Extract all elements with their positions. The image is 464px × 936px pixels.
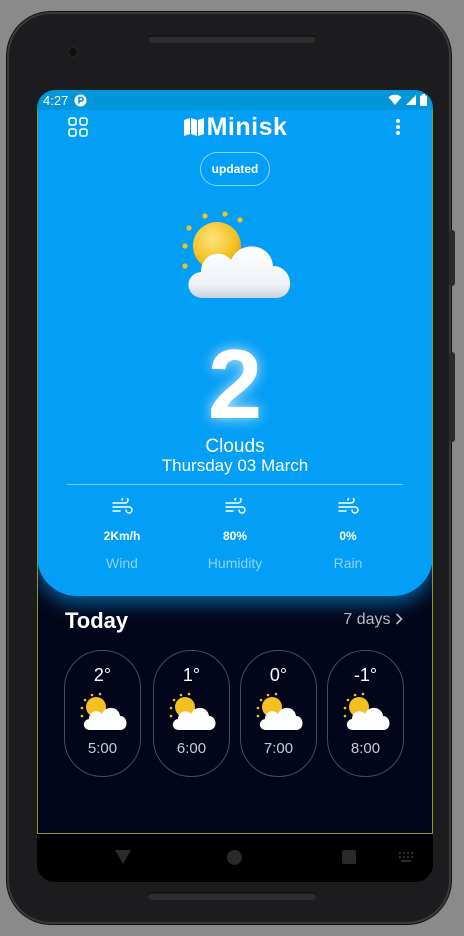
app-title: Minisk xyxy=(37,113,433,142)
bottom-speaker xyxy=(147,892,317,900)
status-time: 4:27 xyxy=(43,92,69,108)
power-button xyxy=(449,352,455,442)
hour-card[interactable]: 2° 5:00 xyxy=(64,650,141,777)
sun-cloud-icon xyxy=(343,692,390,730)
wind-icon xyxy=(225,496,246,514)
stat-wind: 2Km/h Wind xyxy=(67,496,177,571)
wifi-icon xyxy=(388,94,402,105)
p-badge-icon xyxy=(74,94,87,106)
earpiece-speaker xyxy=(147,35,317,43)
wind-icon xyxy=(338,496,359,514)
sun-cloud-icon xyxy=(80,692,127,730)
current-date: Thursday 03 March xyxy=(161,456,309,475)
front-camera xyxy=(67,46,79,58)
phone-frame: 4:27 Minisk updated 2 Clouds Thursday 03… xyxy=(7,12,455,924)
stats-row: 2Km/h Wind 80% Humidity 0% Rain xyxy=(37,496,433,588)
signal-icon xyxy=(406,95,416,105)
hour-card[interactable]: 0° 7:00 xyxy=(240,650,317,777)
status-bar: 4:27 xyxy=(37,90,433,110)
navigation-bar xyxy=(37,834,433,882)
hour-card[interactable]: 1° 6:00 xyxy=(153,650,230,777)
recents-icon[interactable] xyxy=(342,850,356,864)
updated-button[interactable]: updated xyxy=(200,152,270,186)
home-icon[interactable] xyxy=(227,850,242,865)
sun-cloud-icon xyxy=(169,692,216,730)
today-title: Today xyxy=(65,608,129,633)
current-weather-panel: Minisk updated 2 Clouds Thursday 03 Marc… xyxy=(37,110,433,596)
stat-rain: 0% Rain xyxy=(293,496,403,571)
hour-temp: -1° xyxy=(353,665,378,685)
divider xyxy=(67,484,403,485)
seven-days-link[interactable]: 7 days xyxy=(343,611,403,629)
keyboard-icon[interactable] xyxy=(399,852,415,862)
hourly-forecast: 2° 5:00 1° 6:00 0° 7:00 -1° 8:00 xyxy=(64,650,408,780)
more-vertical-icon[interactable] xyxy=(393,116,403,138)
hour-temp: 1° xyxy=(182,665,201,685)
stat-value: 80% xyxy=(222,529,248,543)
stat-label: Wind xyxy=(106,555,138,571)
map-icon xyxy=(183,118,204,136)
volume-button xyxy=(449,230,455,286)
chevron-right-icon xyxy=(395,613,403,625)
hour-card[interactable]: -1° 8:00 xyxy=(327,650,404,777)
stat-label: Rain xyxy=(333,555,363,571)
app-title-text: Minisk xyxy=(206,113,288,141)
hour-time: 5:00 xyxy=(87,740,118,757)
wind-icon xyxy=(112,496,133,514)
today-header: Today 7 days xyxy=(37,608,433,638)
seven-days-label: 7 days xyxy=(343,611,391,628)
battery-icon xyxy=(420,94,427,106)
stat-humidity: 80% Humidity xyxy=(180,496,290,571)
screen: 4:27 Minisk updated 2 Clouds Thursday 03… xyxy=(37,90,433,882)
current-temperature: 2 xyxy=(207,329,263,439)
stat-value: 0% xyxy=(339,529,357,543)
hour-time: 7:00 xyxy=(263,740,294,757)
current-condition: Clouds xyxy=(205,436,265,457)
sun-cloud-icon xyxy=(256,692,303,730)
app-bar: Minisk xyxy=(37,110,433,150)
hour-time: 6:00 xyxy=(176,740,207,757)
hour-temp: 0° xyxy=(269,665,288,685)
back-icon[interactable] xyxy=(115,850,131,864)
hour-time: 8:00 xyxy=(350,740,381,757)
hour-temp: 2° xyxy=(93,665,112,685)
stat-value: 2Km/h xyxy=(103,529,141,543)
stat-label: Humidity xyxy=(207,555,263,571)
sun-cloud-icon xyxy=(182,211,291,298)
